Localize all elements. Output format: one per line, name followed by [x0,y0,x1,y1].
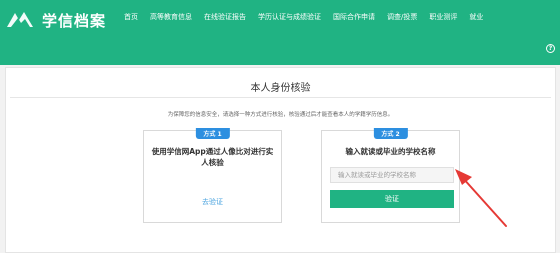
red-arrow-annotation [455,169,507,227]
